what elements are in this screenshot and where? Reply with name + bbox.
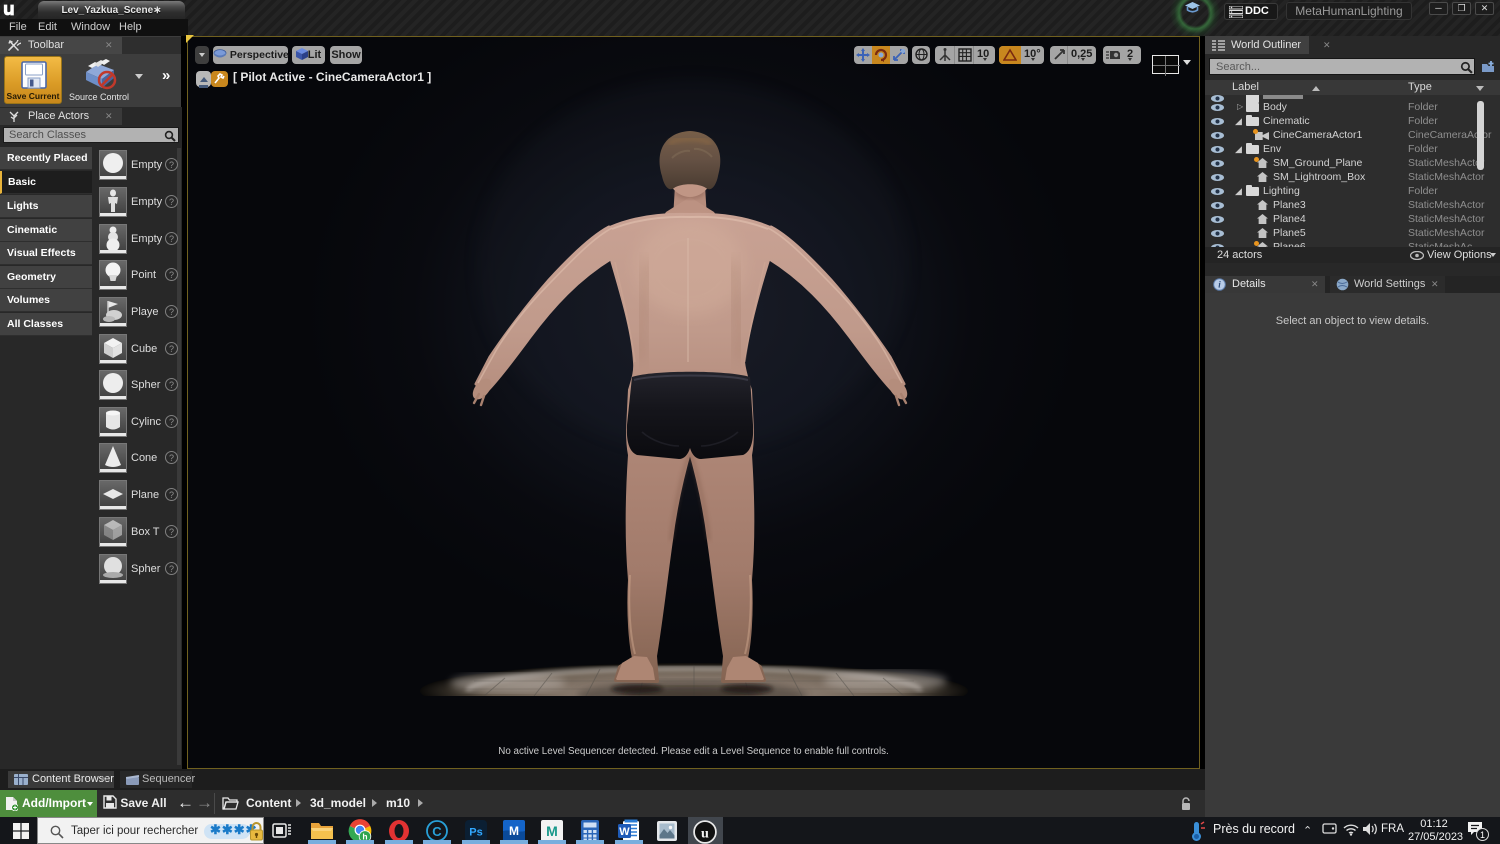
svg-text:u: u	[701, 825, 709, 841]
svg-text:W: W	[619, 826, 630, 838]
svg-text:M: M	[546, 823, 558, 839]
svg-text:Ps: Ps	[469, 827, 482, 839]
svg-text:M: M	[509, 824, 519, 838]
svg-text:C: C	[432, 824, 442, 839]
